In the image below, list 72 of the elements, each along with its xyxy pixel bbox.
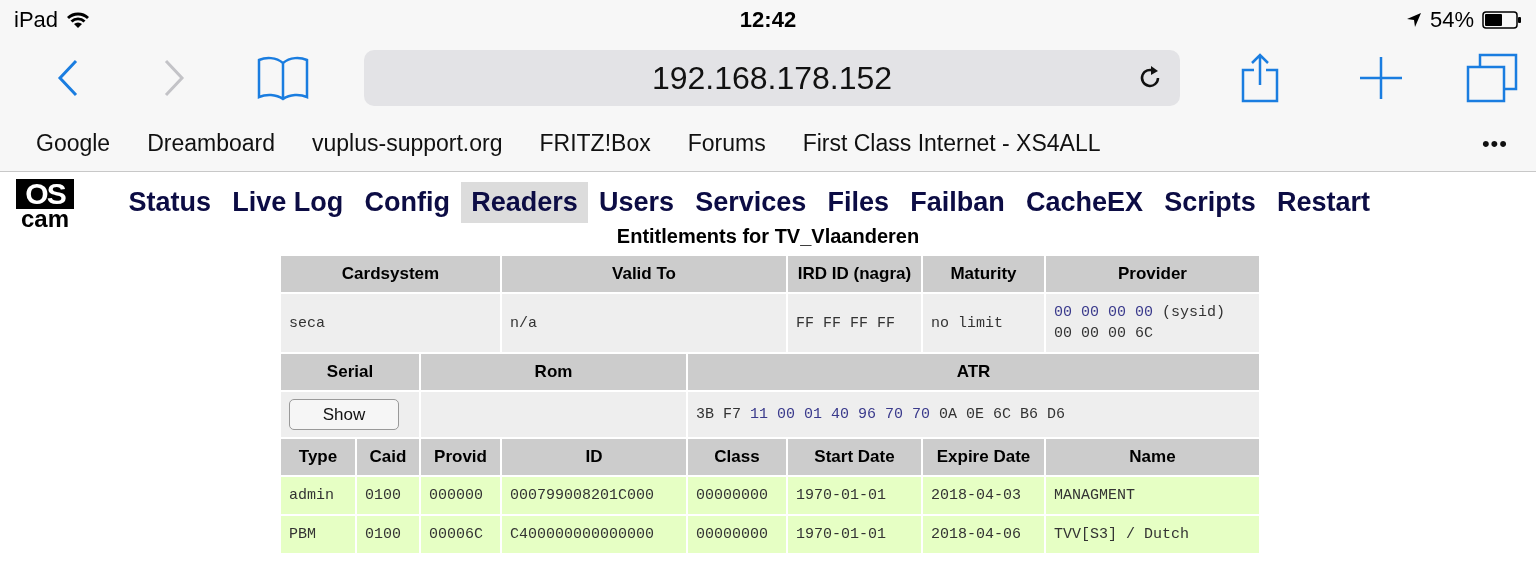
column-header: ID — [502, 439, 686, 475]
bookmark-link[interactable]: Google — [36, 130, 111, 157]
nav-tab[interactable]: Files — [816, 182, 900, 223]
nav-tab[interactable]: Live Log — [221, 182, 354, 223]
table-cell: PBM — [281, 516, 355, 553]
book-icon[interactable] — [256, 55, 310, 101]
location-arrow-icon — [1405, 12, 1422, 28]
column-header: Expire Date — [923, 439, 1044, 475]
column-header: Cardsystem — [281, 256, 500, 292]
battery-percent: 54% — [1429, 7, 1474, 33]
table-cell: MANAGMENT — [1046, 477, 1259, 514]
more-button[interactable]: ••• — [1481, 130, 1508, 157]
table-cell: TVV[S3] / Dutch — [1046, 516, 1259, 553]
tabs-icon[interactable] — [1466, 53, 1518, 103]
provider-line: 00 00 00 6C — [1054, 325, 1154, 342]
battery-icon — [1482, 11, 1522, 29]
table-cell: 1970-01-01 — [788, 516, 921, 553]
nav-tab[interactable]: Failban — [899, 182, 1016, 223]
nav-tab[interactable]: Scripts — [1153, 182, 1267, 223]
page-title: Entitlements for TV_Vlaanderen — [616, 225, 920, 248]
table-cell: 0100 — [357, 516, 419, 553]
column-header: Maturity — [923, 256, 1044, 292]
nav-tab[interactable]: Services — [684, 182, 817, 223]
table-cell: admin — [281, 477, 355, 514]
table-cell: 00000000 — [688, 477, 786, 514]
back-icon[interactable] — [56, 58, 80, 98]
column-header: Class — [688, 439, 786, 475]
column-header: Caid — [357, 439, 419, 475]
table-cell: C400000000000000 — [502, 516, 686, 553]
nav-tab[interactable]: CacheEX — [1015, 182, 1154, 223]
nav-tab[interactable]: Status — [118, 182, 222, 223]
table-cell: 1970-01-01 — [788, 477, 921, 514]
bookmark-link[interactable]: Forums — [687, 130, 766, 157]
column-header: Provid — [421, 439, 500, 475]
column-header: Type — [281, 439, 355, 475]
column-header: Valid To — [502, 256, 786, 292]
table-cell: 00006C — [421, 516, 500, 553]
provider-line: 00 00 00 00 (sysid) — [1054, 304, 1226, 321]
column-header: Name — [1046, 439, 1259, 475]
nav-tab[interactable]: Users — [588, 182, 685, 223]
column-header: Start Date — [788, 439, 921, 475]
wifi-icon — [66, 11, 91, 29]
table-cell: 000799008201C000 — [502, 477, 686, 514]
table-cell: 2018-04-06 — [923, 516, 1044, 553]
column-header: Provider — [1046, 256, 1259, 292]
show-button[interactable]: Show — [289, 399, 399, 430]
column-header: Serial — [281, 354, 419, 390]
table-cell: 00000000 — [688, 516, 786, 553]
address-bar[interactable]: 192.168.178.152 — [364, 50, 1180, 106]
column-header: ATR — [688, 354, 1259, 390]
table-cell: no limit — [923, 294, 1044, 352]
nav-tab[interactable]: Readers — [460, 182, 589, 223]
new-tab-icon[interactable] — [1358, 55, 1404, 101]
bookmark-link[interactable]: First Class Internet - XS4ALL — [802, 130, 1101, 157]
table-cell: 000000 — [421, 477, 500, 514]
url-text: 192.168.178.152 — [651, 59, 893, 97]
column-header: IRD ID (nagra) — [788, 256, 921, 292]
column-header: Rom — [421, 354, 686, 390]
bookmark-link[interactable]: vuplus-support.org — [312, 130, 503, 157]
bookmark-link[interactable]: Dreamboard — [147, 130, 275, 157]
table-cell: FF FF FF FF — [788, 294, 921, 352]
table-cell: 0100 — [357, 477, 419, 514]
bookmark-link[interactable]: FRITZ!Box — [539, 130, 651, 157]
device-name: iPad — [14, 7, 59, 33]
table-cell: n/a — [502, 294, 786, 352]
table-cell: 2018-04-03 — [923, 477, 1044, 514]
clock-time: 12:42 — [738, 7, 798, 33]
atr-value: 3B F7 11 00 01 40 96 70 70 0A 0E 6C B6 D6 — [688, 392, 1259, 437]
nav-tab[interactable]: Restart — [1266, 182, 1381, 223]
nav-tab[interactable]: Config — [353, 182, 461, 223]
share-icon[interactable] — [1240, 53, 1280, 103]
table-cell: seca — [281, 294, 500, 352]
